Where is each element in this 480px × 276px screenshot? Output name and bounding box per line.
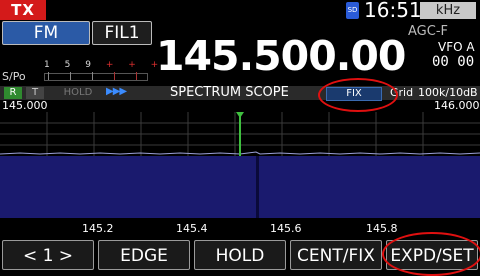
page-select-button[interactable]: < 1 > bbox=[2, 240, 94, 270]
meter-scale-over-1: + bbox=[105, 60, 115, 70]
scope-edge-high: 146.000 bbox=[434, 99, 480, 112]
hold-button[interactable]: HOLD bbox=[194, 240, 286, 270]
axis-tick-label: 145.8 bbox=[366, 222, 398, 235]
scope-t-indicator: T bbox=[26, 87, 44, 99]
clock: 16:51 bbox=[364, 0, 422, 22]
meter-tick bbox=[48, 72, 49, 80]
tuning-marker-head bbox=[236, 112, 244, 118]
meter-scale: 1 5 9 + + + bbox=[44, 60, 159, 70]
meter-label: S/Po bbox=[2, 70, 26, 83]
cent-fix-button[interactable]: CENT/FIX bbox=[290, 240, 382, 270]
grid-value: 100k/10dB bbox=[418, 86, 478, 99]
meter-scale-1: 1 bbox=[44, 60, 51, 70]
meter-tick bbox=[136, 72, 137, 80]
axis-tick-label: 145.4 bbox=[176, 222, 208, 235]
edge-button[interactable]: EDGE bbox=[98, 240, 190, 270]
khz-button[interactable]: kHz bbox=[420, 2, 476, 19]
annotation-circle-fix bbox=[318, 78, 398, 112]
agc-indicator: AGC-F bbox=[408, 24, 448, 39]
scope-edge-low: 145.000 bbox=[2, 99, 48, 112]
axis-tick-label: 145.2 bbox=[82, 222, 114, 235]
meter-scale-5: 5 bbox=[64, 60, 72, 70]
mode-button[interactable]: FM bbox=[2, 21, 90, 45]
waterfall[interactable] bbox=[0, 156, 480, 218]
scope-hold-indicator: HOLD bbox=[63, 87, 93, 98]
frequency-display[interactable]: 145.500.00 bbox=[156, 32, 406, 80]
tx-indicator: TX bbox=[0, 0, 46, 20]
spectrum-scope[interactable] bbox=[0, 112, 480, 156]
axis-tick-label: 145.6 bbox=[270, 222, 302, 235]
scope-r-indicator: R bbox=[4, 87, 22, 99]
filter-button[interactable]: FIL1 bbox=[92, 21, 152, 45]
meter-tick bbox=[70, 72, 71, 80]
meter-scale-over-2: + bbox=[128, 60, 137, 70]
sd-card-icon: SD bbox=[346, 2, 359, 19]
vfo-label: VFO A bbox=[438, 40, 475, 54]
sweep-speed-icon: ▶▶▶ bbox=[106, 86, 127, 97]
meter-scale-9: 9 bbox=[85, 60, 92, 70]
waterfall-signal-trace bbox=[256, 156, 259, 218]
scope-title: SPECTRUM SCOPE bbox=[170, 85, 289, 100]
vfo-sub-display: 00 00 bbox=[432, 54, 475, 70]
annotation-circle-expd-set bbox=[382, 232, 480, 276]
meter-tick bbox=[114, 72, 115, 80]
s-meter-bar bbox=[44, 73, 148, 81]
meter-tick bbox=[92, 72, 93, 80]
